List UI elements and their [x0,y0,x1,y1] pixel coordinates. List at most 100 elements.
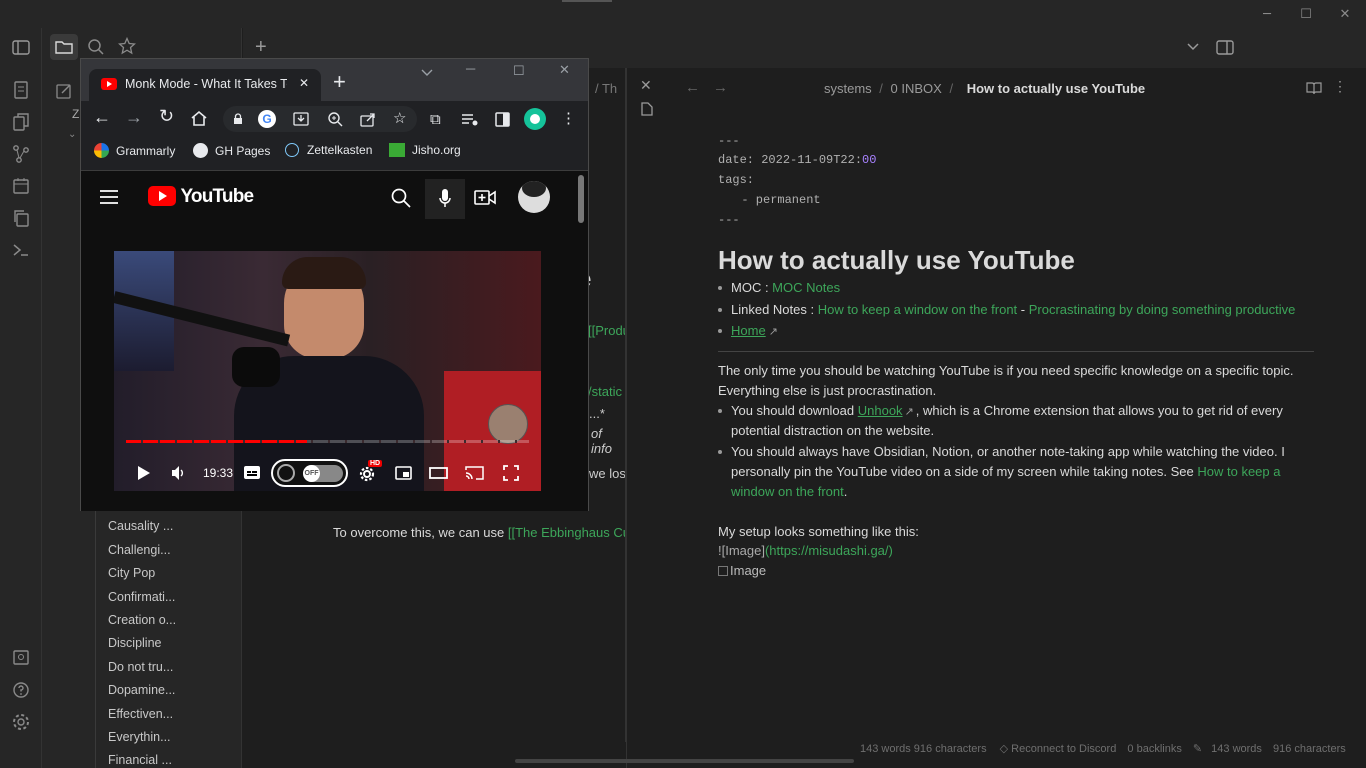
bookmark-grammarly[interactable]: Grammarly [94,143,175,158]
files-icon[interactable] [11,112,31,132]
image-md-url[interactable]: (https://misudashi.ga/) [765,543,893,558]
settings-gear-icon[interactable] [11,712,31,732]
profile-avatar[interactable] [524,108,546,130]
link-fragment[interactable]: /static [588,384,622,399]
file-item[interactable]: City Pop [108,566,155,580]
new-tab-button[interactable]: + [255,37,267,57]
forward-arrow-icon[interactable]: → [125,107,143,128]
bookmark-jisho[interactable]: Jisho.org [389,143,461,157]
youtube-logo[interactable]: YouTube [148,186,254,208]
ebbinghaus-link[interactable]: [[The Ebbinghaus Cur [508,525,634,540]
link-fragment[interactable]: [[Produ [588,323,630,338]
page-icon[interactable] [11,80,31,100]
fullscreen-icon[interactable] [503,465,519,481]
bookmark-star-icon[interactable]: ☆ [393,109,406,127]
copy-icon[interactable] [11,208,31,228]
bookmark-zettelkasten[interactable]: Zettelkasten [285,143,372,157]
moc-link[interactable]: MOC Notes [772,280,840,295]
chrome-tab[interactable]: Monk Mode - What It Takes To ✕ [89,69,321,101]
home-icon[interactable] [190,110,208,127]
account-avatar[interactable] [518,181,550,213]
linked-note-link[interactable]: How to keep a window on the front [818,302,1017,317]
calendar-icon[interactable] [11,176,31,196]
reading-view-icon[interactable] [1306,81,1322,95]
breadcrumb-folder[interactable]: systems [824,81,872,96]
theater-mode-icon[interactable] [429,467,448,479]
hamburger-menu-icon[interactable] [99,189,119,205]
home-link[interactable]: Home [731,323,766,338]
cast-icon[interactable] [465,465,484,481]
backlinks-count[interactable]: 0 backlinks [1127,743,1181,755]
voice-search-button[interactable] [425,179,465,219]
search-icon[interactable] [391,188,411,208]
miniplayer-icon[interactable] [395,466,412,480]
file-item[interactable]: Do not tru... [108,660,173,674]
file-item[interactable]: Confirmati... [108,590,175,604]
pencil-icon[interactable]: ✎ [1193,743,1202,755]
breadcrumb-folder[interactable]: 0 INBOX [891,81,942,96]
keep-window-link[interactable]: window on the front [731,484,844,499]
file-item[interactable]: Challengi... [108,543,171,557]
settings-gear-icon[interactable] [359,466,375,482]
chevron-down-icon[interactable]: ⌄ [68,129,76,140]
file-item[interactable]: Creation o... [108,613,176,627]
new-tab-button[interactable]: + [333,71,346,93]
chevron-down-icon[interactable] [1186,42,1200,52]
star-icon[interactable] [118,37,136,55]
unhook-toggle[interactable]: OFF [271,459,348,487]
maximize-icon[interactable]: ☐ [1291,0,1321,28]
minimize-icon[interactable]: ─ [466,61,475,76]
install-app-icon[interactable] [293,111,309,127]
maximize-icon[interactable]: ☐ [513,63,525,79]
terminal-icon[interactable] [11,240,31,260]
zoom-icon[interactable] [327,111,343,127]
keep-window-link[interactable]: How to keep a [1197,464,1280,479]
address-bar[interactable]: G ☆ [223,106,417,132]
sidebar-toggle-icon[interactable] [12,40,30,56]
close-pane-icon[interactable]: ✕ [640,78,652,94]
extensions-puzzle-icon[interactable]: ⧉ [430,111,441,128]
graph-icon[interactable] [11,144,31,164]
discord-status[interactable]: Reconnect to Discord [1011,743,1116,755]
minimize-icon[interactable]: ─ [1252,0,1282,28]
file-item[interactable]: Financial ... [108,753,172,767]
back-arrow-icon[interactable]: ← [685,79,700,96]
more-options-icon[interactable]: ⋮ [1333,78,1347,95]
google-icon[interactable]: G [258,110,276,128]
file-item[interactable]: Discipline [108,636,162,650]
file-item[interactable]: Everythin... [108,730,171,744]
bookmark-gh-pages[interactable]: GH Pages [193,143,270,158]
side-panel-icon[interactable] [495,112,510,127]
horizontal-scrollbar[interactable] [515,759,854,763]
channel-watermark[interactable] [488,404,528,444]
file-item[interactable]: Causality ... [108,519,173,533]
unhook-link[interactable]: Unhook [858,403,903,418]
media-queue-icon[interactable] [461,113,479,127]
volume-icon[interactable] [171,465,187,481]
vault-icon[interactable] [11,648,31,668]
subtitles-icon[interactable] [244,466,260,479]
vertical-scrollbar[interactable] [578,175,584,223]
folder-tab-active[interactable] [50,34,78,60]
create-video-icon[interactable] [474,189,496,207]
play-icon[interactable] [137,465,151,481]
video-player[interactable]: 19:33 OFF HD [114,251,541,491]
new-note-icon[interactable] [55,82,73,100]
close-window-icon[interactable]: ✕ [1330,0,1360,28]
close-window-icon[interactable]: ✕ [559,63,570,78]
file-item[interactable]: Dopamine... [108,683,175,697]
tab-close-icon[interactable]: ✕ [299,76,309,90]
progress-bar-track[interactable] [126,440,529,443]
search-icon[interactable] [87,38,105,56]
reload-icon[interactable]: ↻ [159,106,174,127]
lock-icon[interactable] [233,113,243,125]
share-icon[interactable] [360,111,376,127]
file-item[interactable]: Effectiven... [108,707,173,721]
chrome-menu-icon[interactable]: ⋮ [561,109,576,127]
forward-arrow-icon[interactable]: → [713,79,728,96]
tab-search-chevron-icon[interactable] [421,69,433,77]
right-sidebar-toggle-icon[interactable] [1216,40,1234,55]
folder-name[interactable]: Z [72,107,79,121]
linked-note-link[interactable]: Procrastinating by doing something produ… [1029,302,1296,317]
back-arrow-icon[interactable]: ← [93,107,111,128]
